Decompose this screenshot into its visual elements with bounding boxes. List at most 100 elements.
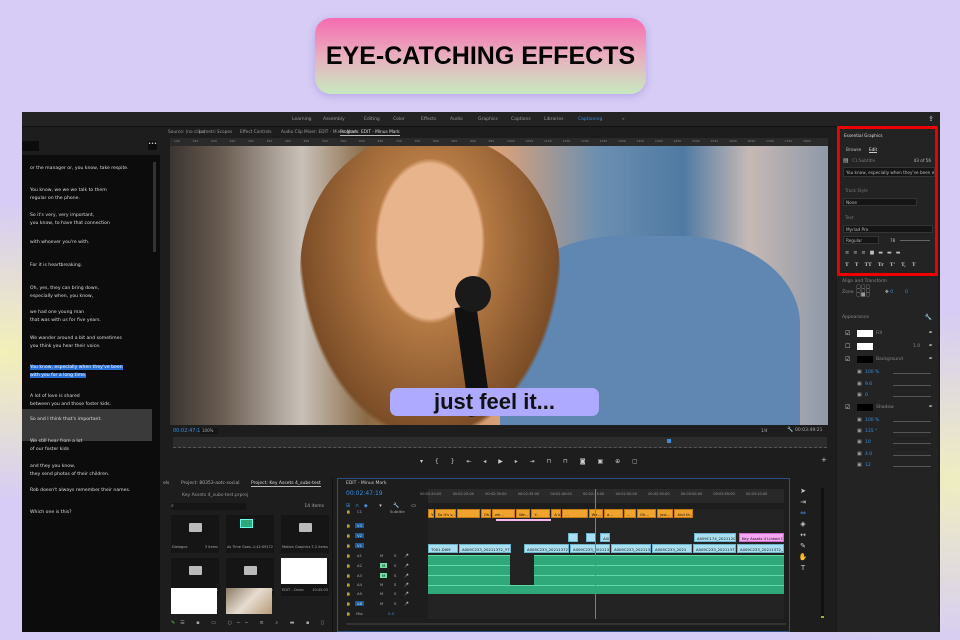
transcript-segment[interactable]: You know, we we we talk to them regular … bbox=[30, 187, 107, 203]
transcript-segment[interactable]: Which one is this? bbox=[30, 509, 72, 517]
mic-icon[interactable]: 🎤 bbox=[404, 582, 409, 587]
tab-browse[interactable]: Browse bbox=[846, 147, 861, 152]
workspace-captioning[interactable]: Captioning bbox=[578, 117, 602, 122]
project-item[interactable]: As Time Goes... 1:42:09172 bbox=[226, 515, 274, 553]
project-item[interactable]: Motion Graphics T... 2 items bbox=[281, 515, 329, 553]
property-slider[interactable] bbox=[893, 466, 931, 467]
lock-icon[interactable]: 🔒 bbox=[346, 563, 351, 568]
search-input[interactable]: ⌕ bbox=[171, 503, 246, 510]
transcript-segment[interactable]: Oh, yes, they can bring down, especially… bbox=[30, 285, 99, 301]
audio-clip[interactable] bbox=[534, 565, 784, 575]
audio-clip[interactable] bbox=[428, 575, 510, 585]
v1-clip[interactable]: A009C233_20211372 bbox=[611, 544, 651, 553]
transcript-segment[interactable]: So it's very, very important, you know, … bbox=[30, 212, 110, 228]
lock-icon[interactable]: 🔒 bbox=[346, 573, 351, 578]
checkbox[interactable]: ☑ bbox=[845, 404, 850, 411]
track-label[interactable]: V1 bbox=[355, 543, 364, 548]
wrench-icon[interactable]: 🔧 bbox=[787, 427, 793, 433]
scrollbar[interactable] bbox=[153, 162, 156, 252]
caption-clip[interactable]: Y... bbox=[531, 509, 551, 518]
segment-text[interactable]: A lot of love is shared between you and … bbox=[30, 394, 111, 407]
sh_angle-value[interactable]: 135 ° bbox=[865, 429, 877, 434]
segment-text[interactable]: Oh, yes, they can bring down, especially… bbox=[30, 286, 99, 299]
v1-clip[interactable]: A009C233_20211372_Y bbox=[737, 544, 784, 553]
project-tab[interactable]: Project: Key Assets 4_subs-test bbox=[251, 481, 321, 487]
v2-clip[interactable]: A00 bbox=[600, 533, 610, 542]
font-size-value[interactable]: 78 bbox=[890, 238, 895, 243]
transcript-segment[interactable]: with whoever you're with. bbox=[30, 239, 89, 247]
solo-button[interactable]: S bbox=[394, 553, 396, 558]
solo-button[interactable]: S bbox=[394, 601, 396, 606]
zoom-select[interactable]: 100% bbox=[200, 428, 218, 434]
segment-text[interactable]: we had one young man that was with us fo… bbox=[30, 310, 101, 323]
segment-text[interactable]: and they you know, they send photos of t… bbox=[30, 464, 109, 477]
resolution-select[interactable]: 1/4 bbox=[761, 428, 767, 433]
color-swatch[interactable] bbox=[857, 343, 873, 350]
color-swatch[interactable] bbox=[857, 330, 873, 337]
audio-clip[interactable] bbox=[534, 575, 784, 585]
lock-icon[interactable]: 🔒 bbox=[346, 591, 351, 596]
solo-button[interactable]: S bbox=[394, 573, 396, 578]
sequence-tab[interactable]: EDIT - Minus Mark bbox=[346, 481, 387, 486]
font-style-select[interactable]: Regular bbox=[843, 236, 879, 244]
segment-text[interactable]: Which one is this? bbox=[30, 510, 72, 515]
bg_opacity-value[interactable]: 100 % bbox=[865, 370, 879, 375]
checkbox[interactable]: ☑ bbox=[845, 330, 850, 337]
lock-icon[interactable]: 🔒 bbox=[346, 582, 351, 587]
property-slider[interactable] bbox=[893, 421, 931, 422]
mute-button[interactable]: M bbox=[380, 601, 383, 606]
lock-icon[interactable]: 🔒 bbox=[346, 601, 351, 606]
mute-button[interactable]: M bbox=[380, 582, 383, 587]
mic-icon[interactable]: 🎤 bbox=[404, 601, 409, 606]
color-swatch[interactable] bbox=[857, 404, 873, 411]
v1-clip[interactable]: A009C233_20211372 bbox=[570, 544, 610, 553]
caption-clip[interactable]: We... bbox=[516, 509, 531, 518]
workspace-captions[interactable]: Captions bbox=[511, 117, 531, 122]
text-format-button[interactable]: T, bbox=[901, 262, 906, 268]
lock-icon[interactable]: 🔒 bbox=[346, 553, 351, 558]
caption-clip[interactable]: Oh... bbox=[637, 509, 656, 518]
transcript-segment[interactable]: Rob doesn't always remember their names. bbox=[30, 487, 130, 495]
transcript-segment[interactable]: We wander around a bit and sometimes you… bbox=[30, 335, 122, 351]
eyedropper-icon[interactable]: ✒ bbox=[929, 330, 933, 336]
bg_size-value[interactable]: 9.6 bbox=[865, 382, 872, 387]
caption-clip[interactable]: A lot... bbox=[551, 509, 562, 518]
horizontal-scrollbar[interactable] bbox=[346, 623, 786, 625]
transcript-segment[interactable]: So and I think that's important. bbox=[30, 416, 102, 424]
text-format-button[interactable]: T bbox=[845, 262, 849, 268]
transcript-segment[interactable]: You know, especially when they've been w… bbox=[30, 364, 123, 380]
stroke-width[interactable]: 1.0 bbox=[913, 344, 920, 349]
eyedropper-icon[interactable]: ✒ bbox=[929, 404, 933, 410]
lock-icon[interactable]: 🔒 bbox=[346, 533, 351, 538]
share-icon[interactable]: ⇪ bbox=[928, 115, 934, 123]
alignment-buttons[interactable]: ≡≡≡■▬▬▬ bbox=[845, 250, 904, 256]
segment-text[interactable]: You know, especially when they've been w… bbox=[30, 365, 123, 378]
project-item[interactable] bbox=[171, 588, 217, 614]
lock-icon[interactable]: 🔒 bbox=[346, 523, 351, 528]
workspace-libraries[interactable]: Libraries bbox=[544, 117, 563, 122]
tab-edit[interactable]: Edit bbox=[869, 147, 878, 153]
mic-icon[interactable]: 🎤 bbox=[404, 591, 409, 596]
panel-tab[interactable]: Lumetri Scopes bbox=[199, 130, 232, 135]
caption-clip[interactable]: wh... bbox=[491, 509, 515, 518]
transcript-segment[interactable]: We still hear from a lot of our foster k… bbox=[30, 438, 82, 454]
segment-text[interactable]: We still hear from a lot of our foster k… bbox=[30, 439, 82, 452]
program-timecode[interactable]: 00:02:47:19 bbox=[173, 428, 204, 434]
mic-icon[interactable]: 🎤 bbox=[404, 573, 409, 578]
audio-clip[interactable] bbox=[428, 565, 510, 575]
transport-controls[interactable]: ▾ { } ⇤ ◂ ▶ ▸ ⇥ ⊓ ⊓ ◙ ▣ ⊕ ▢ bbox=[420, 458, 643, 465]
track-label[interactable]: A1 bbox=[355, 553, 364, 558]
segment-text[interactable]: with whoever you're with. bbox=[30, 240, 89, 245]
mix-value[interactable]: 0.0 bbox=[388, 611, 394, 616]
playhead[interactable] bbox=[667, 439, 671, 443]
segment-text[interactable]: or the manager or, you know, take respit… bbox=[30, 166, 129, 171]
checkbox[interactable]: ☐ bbox=[845, 343, 850, 350]
lock-icon[interactable]: 🔒 bbox=[346, 611, 351, 616]
scrubber[interactable] bbox=[173, 437, 827, 448]
track-label[interactable]: A6 bbox=[355, 601, 364, 606]
eyedropper-icon[interactable]: ✒ bbox=[929, 343, 933, 349]
text-format-button[interactable]: T' bbox=[890, 262, 895, 268]
transcript-segment[interactable]: and they you know, they send photos of t… bbox=[30, 463, 109, 479]
wrench-icon[interactable]: 🔧 bbox=[925, 314, 932, 321]
track-label[interactable]: A3 bbox=[355, 573, 364, 578]
